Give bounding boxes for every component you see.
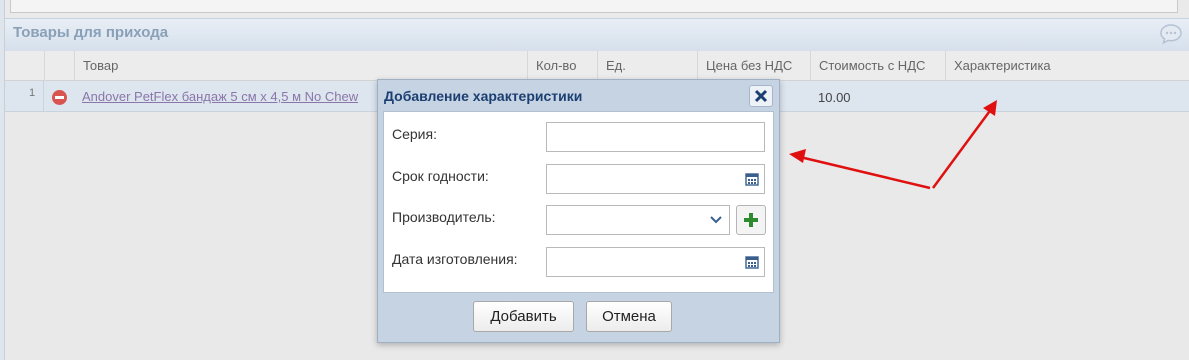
header-price-no-vat[interactable]: Цена без НДС [697,51,810,80]
header-action-col [44,51,74,80]
top-field[interactable] [10,0,1178,13]
row-divider [43,81,44,111]
product-link[interactable]: Andover PetFlex бандаж 5 см х 4,5 м No C… [82,89,378,104]
calendar-icon[interactable] [745,172,759,186]
grid-header: Товар Кол-во Ед. Цена без НДС Стоимость … [5,51,1189,81]
add-manufacturer-button[interactable] [736,205,766,235]
series-label: Серия: [392,126,437,142]
remove-icon[interactable] [52,90,67,105]
production-date-label: Дата изготовления: [392,251,518,267]
add-button[interactable]: Добавить [473,301,574,332]
calendar-icon[interactable] [745,255,759,269]
panel-title: Товары для прихода [13,24,169,41]
expiry-label: Срок годности: [392,168,489,184]
header-unit[interactable]: Ед. [597,51,697,80]
manufacturer-select[interactable] [546,205,730,235]
close-button[interactable] [749,85,773,107]
row-cost: 10.00 [818,90,851,105]
manufacturer-label: Производитель: [392,209,496,225]
chat-icon[interactable] [1159,23,1183,45]
series-input[interactable] [546,122,765,152]
header-characteristic[interactable]: Характеристика [945,51,1189,80]
header-product[interactable]: Товар [74,51,527,80]
row-number: 1 [29,87,36,99]
chevron-down-icon [710,216,722,224]
top-strip [0,0,1189,18]
close-icon [754,89,768,103]
add-characteristic-dialog: Добавление характеристики Серия: Срок го… [377,79,780,343]
panel-header: Товары для прихода [5,18,1189,51]
dialog-form: Серия: Срок годности: Производитель: Дат… [383,111,774,293]
dialog-title: Добавление характеристики [384,88,583,104]
plus-icon [744,213,758,227]
header-quantity[interactable]: Кол-во [527,51,597,80]
expiry-date-input[interactable] [546,164,765,194]
header-cost-with-vat[interactable]: Стоимость с НДС [810,51,945,80]
cancel-button[interactable]: Отмена [586,301,672,332]
header-num-col [5,51,44,80]
production-date-input[interactable] [546,247,765,277]
